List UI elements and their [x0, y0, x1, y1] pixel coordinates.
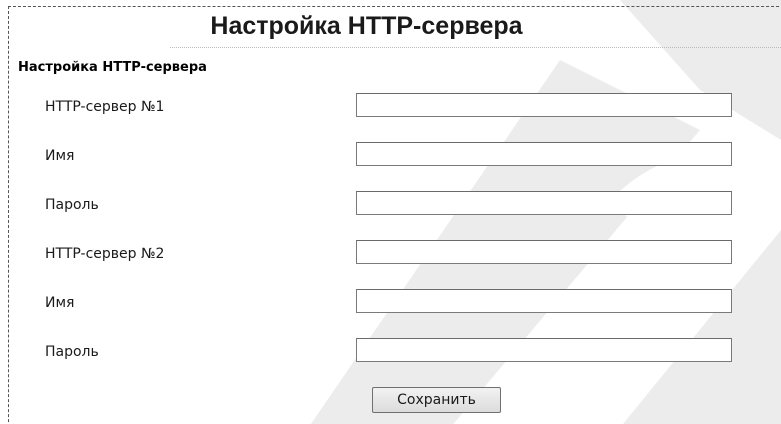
- http-server-1-input[interactable]: [356, 93, 732, 117]
- page-title: Настройка HTTP-сервера: [210, 12, 523, 40]
- form-row-http-server-2: HTTP-сервер №2: [0, 240, 781, 270]
- http-server-2-input[interactable]: [356, 240, 732, 264]
- save-button[interactable]: Сохранить: [372, 387, 501, 413]
- form-row-password-2: Пароль: [0, 338, 781, 368]
- username-1-input[interactable]: [356, 142, 732, 166]
- form-row-username-1: Имя: [0, 142, 781, 172]
- username-1-label: Имя: [45, 148, 75, 164]
- http-server-1-label: HTTP-сервер №1: [45, 99, 165, 115]
- password-1-input[interactable]: [356, 191, 732, 215]
- password-2-input[interactable]: [356, 338, 732, 362]
- password-1-label: Пароль: [45, 197, 99, 213]
- form-row-username-2: Имя: [0, 289, 781, 319]
- password-2-label: Пароль: [45, 344, 99, 360]
- page: Настройка HTTP-сервера Настройка HTTP-се…: [0, 0, 781, 424]
- section-title: Настройка HTTP-сервера: [18, 60, 207, 75]
- form-row-password-1: Пароль: [0, 191, 781, 221]
- form-row-http-server-1: HTTP-сервер №1: [0, 93, 781, 123]
- username-2-input[interactable]: [356, 289, 732, 313]
- http-server-2-label: HTTP-сервер №2: [45, 246, 165, 262]
- title-divider: [170, 47, 781, 48]
- username-2-label: Имя: [45, 295, 75, 311]
